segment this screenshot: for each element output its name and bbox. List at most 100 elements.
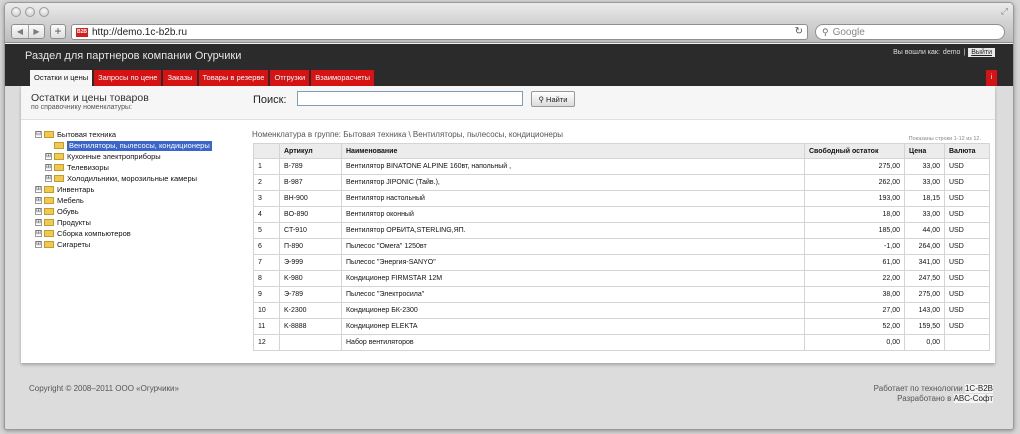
folder-icon: [44, 230, 54, 237]
folder-icon: [54, 142, 64, 149]
address-bar[interactable]: B2B http://demo.1c-b2b.ru ↻: [71, 24, 808, 40]
table-row[interactable]: 7 Э-999 Пылесос "Энергия-SANYO" 61,00 341,00…: [253, 254, 990, 271]
table-cell: BH-900: [279, 190, 342, 207]
column-header[interactable]: Свободный остаток: [804, 143, 905, 159]
table-cell: Набор вентиляторов: [341, 334, 805, 351]
expand-icon[interactable]: ⊞: [35, 208, 42, 215]
info-button[interactable]: i: [986, 70, 997, 86]
column-header[interactable]: Артикул: [279, 143, 342, 159]
column-header[interactable]: Наименование: [341, 143, 805, 159]
fullscreen-icon[interactable]: ⤢: [1001, 6, 1008, 17]
tree-node-label[interactable]: Холодильники, морозильные камеры: [67, 174, 197, 184]
expand-icon[interactable]: ⊞: [35, 241, 42, 248]
folder-icon: [54, 175, 64, 182]
table-cell: 18,15: [904, 190, 945, 207]
search-input[interactable]: [297, 91, 523, 106]
table-cell: 341,00: [904, 254, 945, 271]
tree-node[interactable]: ⊞ Сборка компьютеров: [35, 228, 212, 239]
column-header[interactable]: [253, 143, 280, 159]
main-nav: Остатки и цены Запросы по цене Заказы Товар…: [5, 68, 1013, 88]
expand-icon[interactable]: ⊞: [35, 197, 42, 204]
table-cell: USD: [944, 206, 990, 223]
tree-node[interactable]: ⊞ Мебель: [35, 195, 212, 206]
back-icon[interactable]: ◀: [12, 25, 28, 38]
table-cell: 6: [253, 238, 280, 255]
find-button-label: Найти: [546, 94, 568, 104]
table-cell: 18,00: [804, 206, 905, 223]
tree-node[interactable]: ⊞ Обувь: [35, 206, 212, 217]
table-row[interactable]: 11 K-8888 Кондиционер ELEKTA 52,00 159,50 USD: [253, 318, 990, 335]
zoom-window-button[interactable]: [39, 7, 49, 17]
tab-5[interactable]: Отгрузки: [270, 70, 310, 86]
site-header: Раздел для партнеров компании Огурчики В…: [5, 44, 1013, 68]
table-cell: USD: [944, 190, 990, 207]
table-cell: Кондиционер FIRMSTAR 12M: [341, 270, 805, 287]
table-row[interactable]: 4 BO-890 Вентилятор оконный 18,00 33,00 USD: [253, 206, 990, 223]
tree-node[interactable]: ⊞ Кухонные электроприборы: [35, 151, 212, 162]
expand-icon[interactable]: ⊞: [35, 219, 42, 226]
browser-search-field[interactable]: ⚲ Google: [815, 24, 1005, 40]
table-row[interactable]: 10 K-2300 Кондиционер БК-2300 27,00 143,00 US…: [253, 302, 990, 319]
tab-2[interactable]: Запросы по цене: [94, 70, 162, 86]
tab-6[interactable]: Взаиморасчеты: [311, 70, 375, 86]
tree-node[interactable]: ⊟ Бытовая техника: [35, 129, 212, 140]
tech-link[interactable]: 1С-B2B: [964, 384, 993, 393]
table-cell: 275,00: [804, 158, 905, 175]
tree-node-label[interactable]: Продукты: [57, 218, 91, 228]
tree-node-label[interactable]: Сборка компьютеров: [57, 229, 131, 239]
expand-icon[interactable]: ⊞: [45, 153, 52, 160]
table-cell: Вентилятор JIPONIC (Тайв.),: [341, 174, 805, 191]
table-row[interactable]: 5 CT-910 Вентилятор ОРБИТА,STERLING,ЯП. 185…: [253, 222, 990, 239]
table-row[interactable]: 2 B-987 Вентилятор JIPONIC (Тайв.), 262,00 3…: [253, 174, 990, 191]
tree-node-label[interactable]: Вентиляторы, пылесосы, кондиционеры: [67, 140, 212, 151]
add-bookmark-icon[interactable]: +: [50, 24, 66, 39]
table-cell: B-987: [279, 174, 342, 191]
column-header[interactable]: Валюта: [944, 143, 990, 159]
tree-node[interactable]: ⊞ Холодильники, морозильные камеры: [35, 173, 212, 184]
url-text[interactable]: http://demo.1c-b2b.ru: [92, 27, 187, 38]
forward-icon[interactable]: ▶: [28, 25, 44, 38]
tree-node-label[interactable]: Бытовая техника: [57, 130, 116, 140]
tree-node-label[interactable]: Телевизоры: [67, 163, 109, 173]
tree-node[interactable]: ⊞ Телевизоры: [35, 162, 212, 173]
table-cell: 7: [253, 254, 280, 271]
table-cell: USD: [944, 270, 990, 287]
tree-node[interactable]: ⊞ Инвентарь: [35, 184, 212, 195]
table-cell: 193,00: [804, 190, 905, 207]
column-header[interactable]: Цена: [904, 143, 945, 159]
table-cell: 1: [253, 158, 280, 175]
tree-node[interactable]: Вентиляторы, пылесосы, кондиционеры: [35, 140, 212, 151]
reload-icon[interactable]: ↻: [795, 26, 803, 37]
tab-4[interactable]: Товары в резерве: [198, 70, 269, 86]
tree-node-label[interactable]: Сигареты: [57, 240, 90, 250]
table-cell: 44,00: [904, 222, 945, 239]
table-row[interactable]: 1 B-789 Вентилятор BINATONE ALPINE 160вт, …: [253, 158, 990, 175]
minimize-window-button[interactable]: [25, 7, 35, 17]
table-row[interactable]: 12 Набор вентиляторов 0,00 0,00: [253, 334, 990, 351]
expand-icon[interactable]: ⊞: [35, 186, 42, 193]
table-row[interactable]: 9 Э-789 Пылесос "Электросила" 38,00 275,00 US…: [253, 286, 990, 303]
table-cell: 38,00: [804, 286, 905, 303]
table-cell: 33,00: [904, 158, 945, 175]
tree-node[interactable]: ⊞ Продукты: [35, 217, 212, 228]
table-cell: 33,00: [904, 206, 945, 223]
expand-icon[interactable]: ⊞: [45, 175, 52, 182]
table-cell: USD: [944, 254, 990, 271]
table-row[interactable]: 6 П-890 Пылесос "Омега" 1250вт -1,00 264,00 U…: [253, 238, 990, 255]
expand-icon[interactable]: ⊞: [45, 164, 52, 171]
close-window-button[interactable]: [11, 7, 21, 17]
tree-node-label[interactable]: Кухонные электроприборы: [67, 152, 161, 162]
expand-icon[interactable]: ⊞: [35, 230, 42, 237]
collapse-icon[interactable]: ⊟: [35, 131, 42, 138]
logout-link[interactable]: Выйти: [968, 48, 995, 57]
tree-node[interactable]: ⊞ Сигареты: [35, 239, 212, 250]
table-row[interactable]: 8 K-980 Кондиционер FIRMSTAR 12M 22,00 247,5…: [253, 270, 990, 287]
tree-node-label[interactable]: Обувь: [57, 207, 79, 217]
tree-node-label[interactable]: Инвентарь: [57, 185, 94, 195]
table-row[interactable]: 3 BH-900 Вентилятор настольный 193,00 18,15 U…: [253, 190, 990, 207]
tree-node-label[interactable]: Мебель: [57, 196, 84, 206]
dev-link[interactable]: ABC-Софт: [953, 394, 993, 403]
find-button[interactable]: ⚲ Найти: [531, 91, 575, 107]
tab-3[interactable]: Заказы: [163, 70, 197, 86]
table-cell: K-8888: [279, 318, 342, 335]
